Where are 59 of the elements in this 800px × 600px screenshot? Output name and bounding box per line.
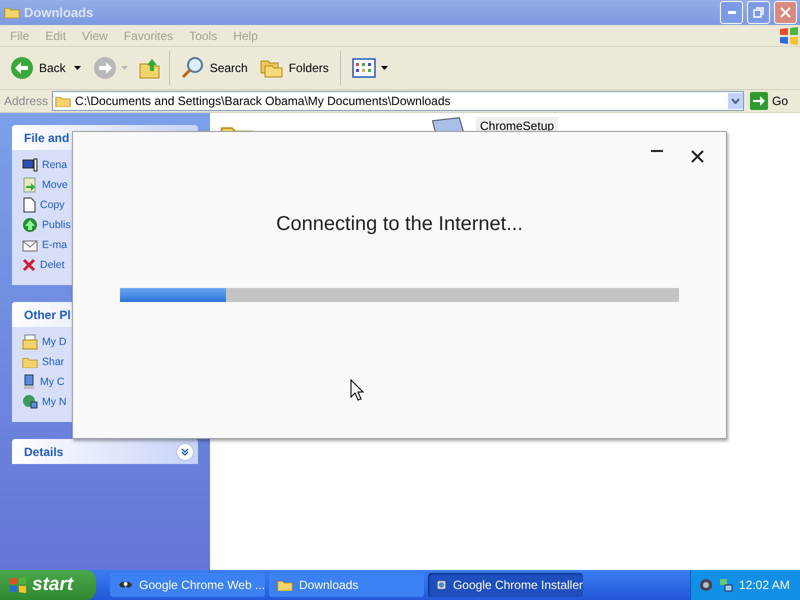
expand-button[interactable] — [176, 442, 194, 460]
tray-icon[interactable] — [699, 578, 713, 592]
caret-icon[interactable] — [74, 66, 81, 70]
task-link[interactable]: Delet — [40, 259, 65, 271]
go-button[interactable]: Go — [748, 92, 796, 110]
network-globe-icon — [22, 394, 38, 410]
taskbar-button[interactable]: Google Chrome Installer — [428, 573, 583, 597]
task-link[interactable]: Rena — [42, 159, 68, 171]
monitor-icon — [22, 158, 38, 172]
close-icon[interactable] — [691, 150, 704, 163]
task-link[interactable]: Publis — [42, 219, 71, 231]
close-icon — [780, 7, 791, 18]
task-link[interactable]: My N — [42, 396, 66, 408]
restore-button[interactable] — [747, 1, 770, 24]
taskbar-button[interactable]: Google Chrome Web ... — [110, 573, 265, 597]
minimize-icon — [728, 11, 736, 14]
close-button[interactable] — [774, 1, 797, 24]
folder-icon — [22, 356, 38, 368]
envelope-icon — [22, 238, 38, 252]
clock: 12:02 AM — [739, 578, 790, 592]
documents-folder-icon — [22, 334, 38, 350]
address-label: Address — [4, 94, 48, 108]
folder-icon — [4, 6, 20, 19]
back-button[interactable]: Back — [6, 54, 70, 82]
folder-icon — [277, 578, 293, 592]
chevron-down-icon — [730, 98, 740, 104]
folder-icon — [55, 94, 72, 108]
chevron-down-icon — [181, 448, 189, 456]
dropdown-button[interactable] — [728, 93, 743, 109]
panel-title: Details — [24, 444, 64, 458]
task-link[interactable]: Shar — [42, 356, 64, 368]
search-button[interactable]: Search — [176, 54, 252, 82]
task-link[interactable]: Move — [42, 179, 68, 191]
minimize-button[interactable] — [720, 1, 743, 24]
panel-header[interactable]: Details — [12, 439, 198, 464]
restore-icon — [753, 7, 764, 18]
address-field[interactable]: C:\Documents and Settings\Barack Obama\My Documents\Downloads — [52, 91, 744, 111]
dialog-message: Connecting to the Internet... — [276, 213, 523, 236]
task-link[interactable]: E-ma — [42, 239, 68, 251]
task-link[interactable]: My D — [42, 336, 66, 348]
task-link[interactable]: Copy — [40, 199, 65, 211]
folders-button[interactable]: Folders — [256, 56, 333, 80]
cursor-icon — [350, 379, 364, 401]
panel-title: Other Pl — [24, 308, 71, 322]
taskbar-button[interactable]: Downloads — [269, 573, 424, 597]
panel-title: File and — [24, 130, 70, 144]
document-icon — [22, 197, 36, 213]
windows-logo-icon — [8, 576, 28, 594]
views-icon — [352, 58, 376, 78]
folders-icon — [260, 58, 284, 78]
start-button[interactable]: start — [0, 570, 96, 600]
globe-icon — [22, 217, 38, 233]
network-icon[interactable] — [719, 578, 733, 592]
task-link[interactable]: My C — [40, 376, 64, 388]
windows-logo-icon — [778, 26, 800, 46]
window-title: Downloads — [24, 5, 94, 20]
delete-icon — [22, 258, 36, 272]
caret-icon — [380, 66, 388, 70]
search-icon — [180, 56, 205, 80]
